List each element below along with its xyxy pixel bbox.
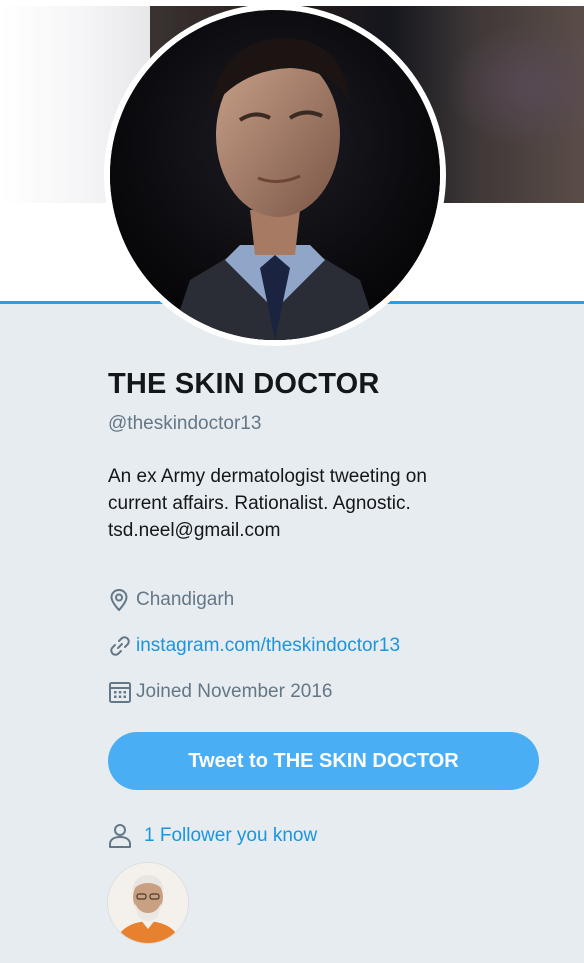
profile-handle[interactable]: @theskindoctor13 bbox=[108, 413, 261, 435]
profile-bio: An ex Army dermatologist tweeting on cur… bbox=[108, 463, 548, 544]
profile-location: Chandigarh bbox=[108, 587, 234, 613]
profile-avatar[interactable] bbox=[104, 4, 446, 346]
map-pin-icon bbox=[108, 587, 136, 613]
website-link[interactable]: instagram.com/theskindoctor13 bbox=[136, 635, 400, 657]
calendar-icon bbox=[108, 679, 136, 705]
location-text: Chandigarh bbox=[136, 589, 235, 610]
profile-website: instagram.com/theskindoctor13 bbox=[108, 633, 400, 659]
link-icon bbox=[108, 633, 136, 659]
follower-avatar[interactable] bbox=[108, 863, 188, 943]
joined-text: Joined November 2016 bbox=[136, 681, 333, 702]
bio-line: current affairs. Rationalist. Agnostic. bbox=[108, 493, 411, 514]
followers-you-know-link[interactable]: 1 Follower you know bbox=[144, 825, 317, 847]
followers-you-know[interactable]: 1 Follower you know bbox=[108, 823, 317, 849]
profile-join-date: Joined November 2016 bbox=[108, 679, 332, 705]
bio-line: tsd.neel@gmail.com bbox=[108, 520, 281, 541]
profile-name[interactable]: THE SKIN DOCTOR bbox=[108, 368, 380, 401]
tweet-to-button[interactable]: Tweet to THE SKIN DOCTOR bbox=[108, 732, 539, 790]
person-icon bbox=[108, 823, 144, 849]
profile-avatar-photo bbox=[110, 10, 440, 340]
bio-line: An ex Army dermatologist tweeting on bbox=[108, 466, 427, 487]
